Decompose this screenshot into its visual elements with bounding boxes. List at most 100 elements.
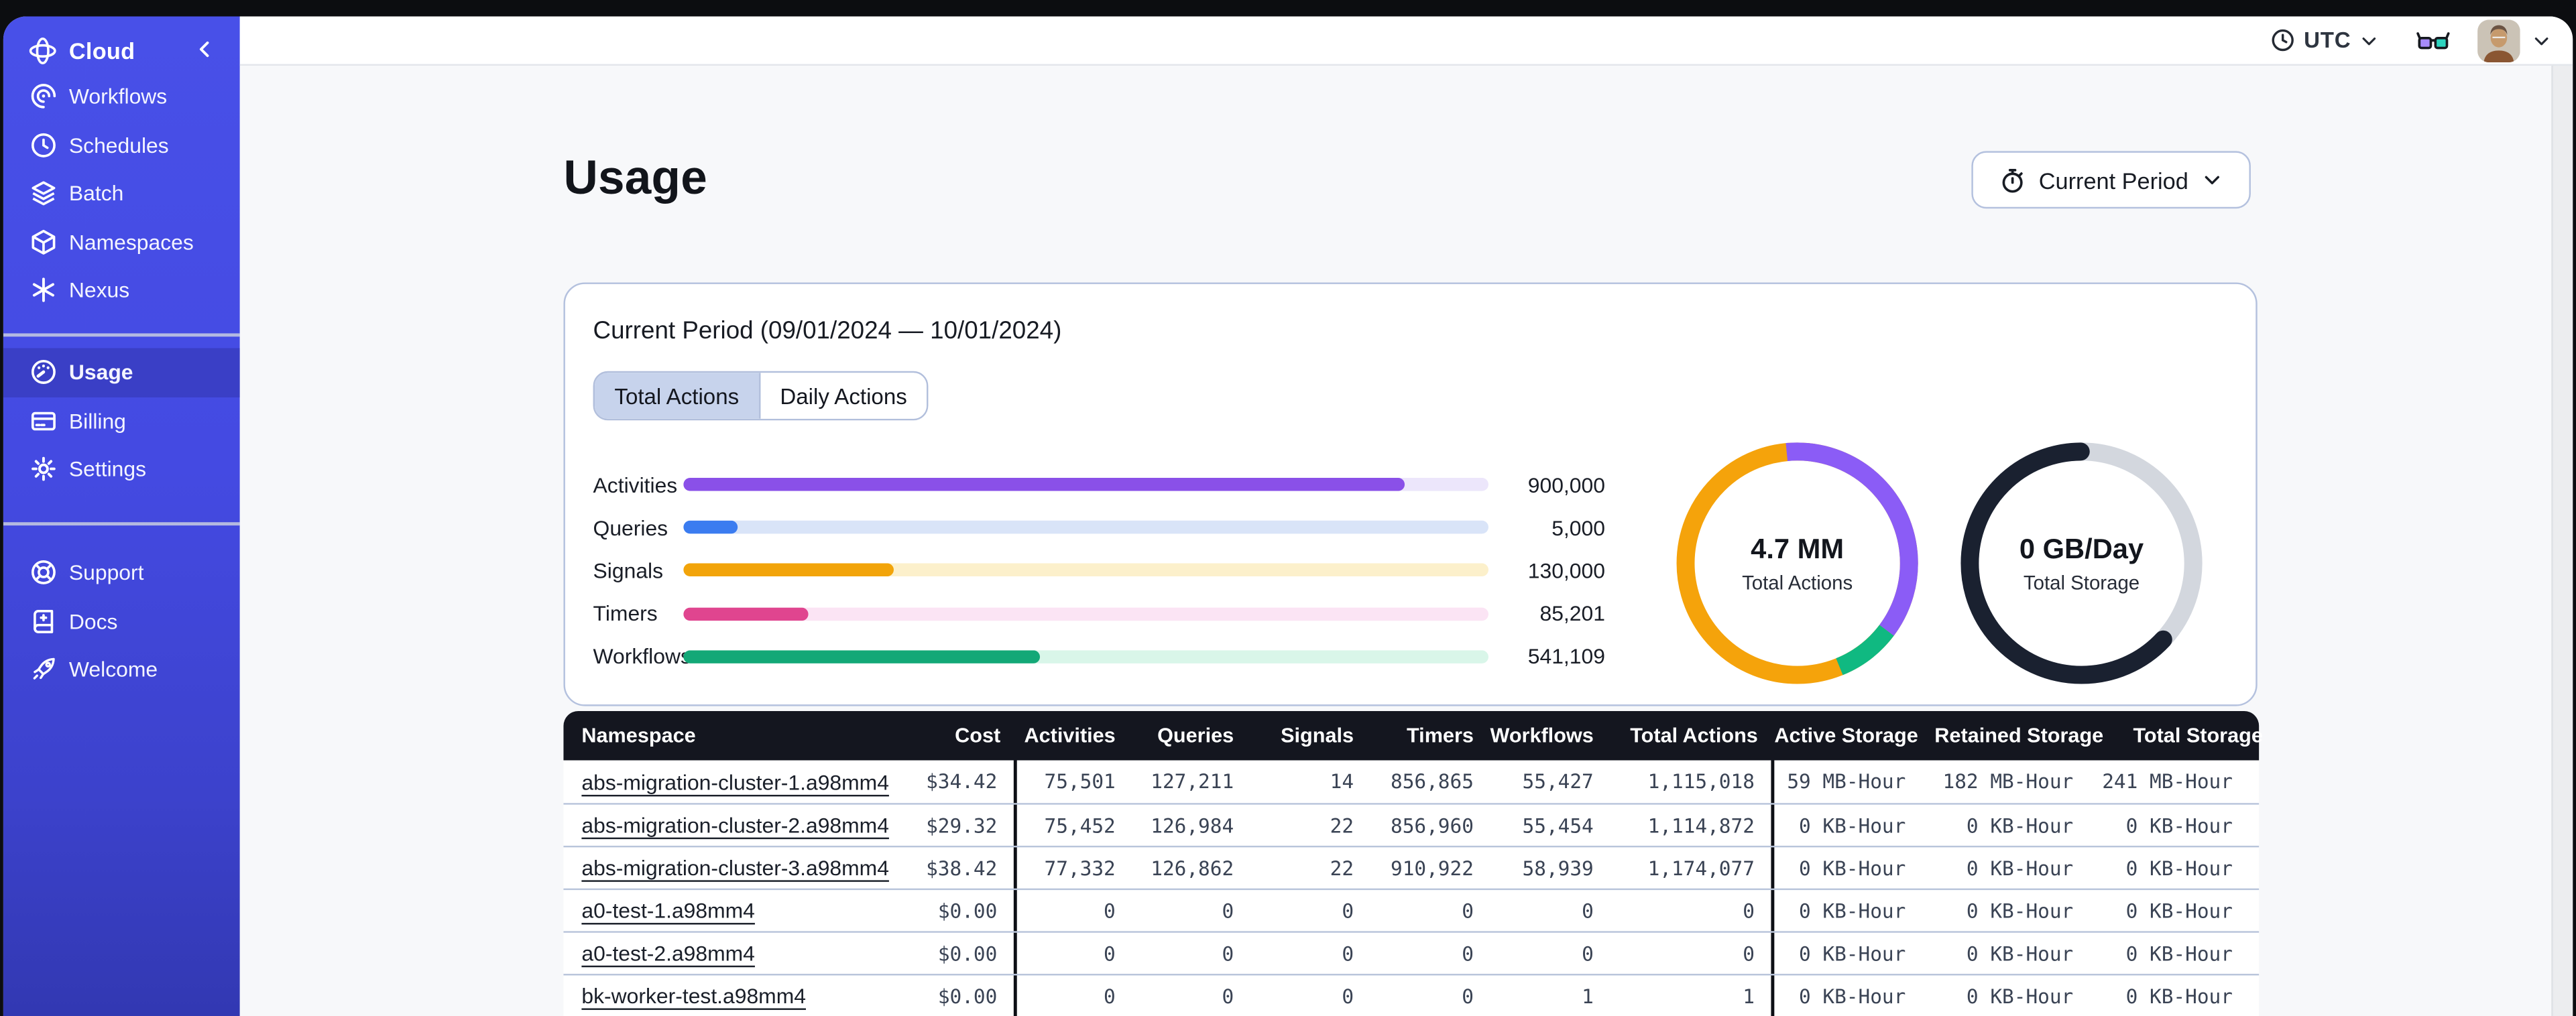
namespace-link[interactable]: abs-migration-cluster-2.a98mm4 bbox=[581, 813, 889, 838]
cell-workflows: 1 bbox=[1582, 984, 1594, 1008]
cell-timers: 856,865 bbox=[1390, 770, 1474, 793]
bar-value-label: 130,000 bbox=[1527, 558, 1605, 583]
column-header-total_storage: Total Storage bbox=[2133, 724, 2263, 747]
column-header-queries: Queries bbox=[1157, 724, 1234, 747]
cell-cost: $0.00 bbox=[892, 932, 1017, 974]
cell-retained_storage: 0 KB-Hour bbox=[1966, 899, 2074, 922]
tab-daily-actions[interactable]: Daily Actions bbox=[758, 373, 927, 419]
sidebar-item-label: Billing bbox=[68, 408, 126, 434]
cell-signals: 14 bbox=[1330, 770, 1354, 793]
usage-bar-row: Timers 85,201 bbox=[565, 592, 1649, 635]
cell-signals: 0 bbox=[1342, 984, 1354, 1008]
namespace-link[interactable]: a0-test-2.a98mm4 bbox=[581, 941, 755, 966]
sidebar-item-docs[interactable]: Docs bbox=[3, 597, 240, 645]
sidebar-item-settings[interactable]: Settings bbox=[3, 445, 240, 493]
bar-track bbox=[683, 564, 1488, 578]
namespace-link[interactable]: bk-worker-test.a98mm4 bbox=[581, 984, 806, 1009]
sidebar-collapse-icon[interactable] bbox=[194, 38, 217, 60]
sidebar-item-label: Schedules bbox=[68, 132, 169, 157]
donut-center: 4.7 MM Total Actions bbox=[1676, 442, 1919, 685]
cell-active_storage: 59 MB-Hour bbox=[1787, 770, 1906, 793]
table-header-row: Namespace Cost Activities Queries Signals Tim… bbox=[563, 710, 2263, 761]
sidebar-item-welcome[interactable]: Welcome bbox=[3, 645, 240, 694]
period-selector-button[interactable]: Current Period bbox=[1971, 151, 2251, 209]
cell-total_storage: 0 KB-Hour bbox=[2125, 814, 2233, 837]
bar-track bbox=[683, 478, 1488, 491]
table-row: a0-test-2.a98mm4 $0.00 0 0 0 0 0 0 0 KB-Hour 0 KB… bbox=[563, 931, 2260, 974]
sidebar-item-nexus[interactable]: Nexus bbox=[3, 266, 240, 314]
bar-category-label: Timers bbox=[593, 601, 658, 626]
billing-card-icon bbox=[31, 411, 56, 430]
temporal-logo-icon bbox=[29, 37, 56, 64]
column-header-retained_storage: Retained Storage bbox=[1934, 724, 2104, 747]
namespace-link[interactable]: abs-migration-cluster-3.a98mm4 bbox=[581, 856, 889, 881]
sidebar-logo-row[interactable]: Cloud bbox=[3, 29, 240, 72]
stopwatch-icon bbox=[2002, 168, 2023, 192]
timezone-selector[interactable]: UTC bbox=[2271, 28, 2379, 52]
bar-fill bbox=[683, 649, 1041, 663]
avatar-portrait bbox=[2477, 19, 2520, 62]
bar-value-label: 541,109 bbox=[1527, 644, 1605, 670]
table-row: bk-worker-test.a98mm4 $0.00 0 0 0 0 1 1 0 KB-Hou… bbox=[563, 974, 2260, 1016]
cell-timers: 0 bbox=[1462, 984, 1474, 1008]
namespace-link[interactable]: a0-test-1.a98mm4 bbox=[581, 898, 755, 923]
donut-value: 0 GB/Day bbox=[2019, 533, 2144, 564]
table-row: a0-test-1.a98mm4 $0.00 0 0 0 0 0 0 0 KB-Hour 0 KB… bbox=[563, 888, 2260, 932]
sidebar-item-schedules[interactable]: Schedules bbox=[3, 121, 240, 169]
sidebar-item-label: Nexus bbox=[68, 277, 130, 303]
settings-gear-icon bbox=[32, 457, 56, 482]
sidebar-item-batch[interactable]: Batch bbox=[3, 169, 240, 217]
total-storage-donut: 0 GB/Day Total Storage bbox=[1960, 442, 2203, 685]
table-row: abs-migration-cluster-1.a98mm4 $34.42 75,5… bbox=[563, 760, 2260, 804]
usage-bar-row: Activities 900,000 bbox=[565, 463, 1649, 506]
namespace-link[interactable]: abs-migration-cluster-1.a98mm4 bbox=[581, 769, 889, 794]
bar-value-label: 85,201 bbox=[1539, 601, 1605, 626]
sidebar-item-label: Support bbox=[68, 560, 144, 585]
actions-tabs: Total Actions Daily Actions bbox=[593, 371, 929, 421]
sidebar-item-namespaces[interactable]: Namespaces bbox=[3, 218, 240, 266]
cell-queries: 0 bbox=[1222, 984, 1234, 1008]
avatar[interactable] bbox=[2477, 19, 2520, 62]
tab-total-actions[interactable]: Total Actions bbox=[595, 373, 759, 419]
sidebar-item-label: Workflows bbox=[68, 84, 168, 109]
bar-track bbox=[683, 607, 1488, 621]
table-row: abs-migration-cluster-2.a98mm4 $29.32 75,4… bbox=[563, 803, 2260, 846]
cell-signals: 0 bbox=[1342, 899, 1354, 922]
sidebar-item-workflows[interactable]: Workflows bbox=[3, 72, 240, 121]
chevron-down-icon bbox=[2205, 176, 2220, 184]
sidebar-item-usage[interactable]: Usage bbox=[3, 348, 240, 397]
sidebar-item-label: Docs bbox=[68, 609, 118, 634]
cell-total_actions: 1,114,872 bbox=[1610, 804, 1775, 846]
user-menu-chevron[interactable] bbox=[2532, 30, 2551, 50]
cell-total_storage: 0 KB-Hour bbox=[2125, 942, 2233, 965]
cell-retained_storage: 0 KB-Hour bbox=[1966, 814, 2074, 837]
cell-workflows: 0 bbox=[1582, 942, 1594, 965]
sidebar: Cloud Workflows Schedules Batch Namespac… bbox=[3, 16, 240, 1016]
batch-layers-icon bbox=[32, 182, 56, 206]
cell-namespace: abs-migration-cluster-2.a98mm4 bbox=[563, 805, 892, 846]
cell-namespace: a0-test-2.a98mm4 bbox=[563, 933, 892, 974]
feedback-glasses-button[interactable] bbox=[2415, 28, 2451, 53]
bar-category-label: Queries bbox=[593, 515, 668, 540]
cell-queries: 0 bbox=[1222, 899, 1234, 922]
namespaces-cube-icon bbox=[32, 229, 56, 255]
cell-cost: $0.00 bbox=[892, 975, 1017, 1016]
sidebar-item-label: Welcome bbox=[68, 657, 158, 682]
cell-timers: 0 bbox=[1462, 899, 1474, 922]
cell-namespace: abs-migration-cluster-3.a98mm4 bbox=[563, 847, 892, 888]
cell-timers: 0 bbox=[1462, 942, 1474, 965]
cell-activities: 0 bbox=[1104, 942, 1116, 965]
bar-track bbox=[683, 649, 1488, 663]
sidebar-item-support[interactable]: Support bbox=[3, 548, 240, 596]
sidebar-nav-account: Usage Billing Settings bbox=[3, 348, 240, 493]
cell-active_storage: 0 KB-Hour bbox=[1799, 942, 1906, 965]
namespace-usage-table: Namespace Cost Activities Queries Signals Tim… bbox=[563, 710, 2263, 1016]
cell-total_storage: 0 KB-Hour bbox=[2125, 856, 2233, 880]
sidebar-item-label: Settings bbox=[68, 456, 147, 482]
usage-bar-row: Workflows 541,109 bbox=[565, 635, 1649, 678]
page-title: Usage bbox=[563, 152, 707, 206]
scrollbar[interactable] bbox=[2551, 66, 2573, 1016]
usage-bar-row: Queries 5,000 bbox=[565, 506, 1649, 549]
sidebar-item-billing[interactable]: Billing bbox=[3, 397, 240, 445]
product-label: Cloud bbox=[68, 38, 135, 64]
